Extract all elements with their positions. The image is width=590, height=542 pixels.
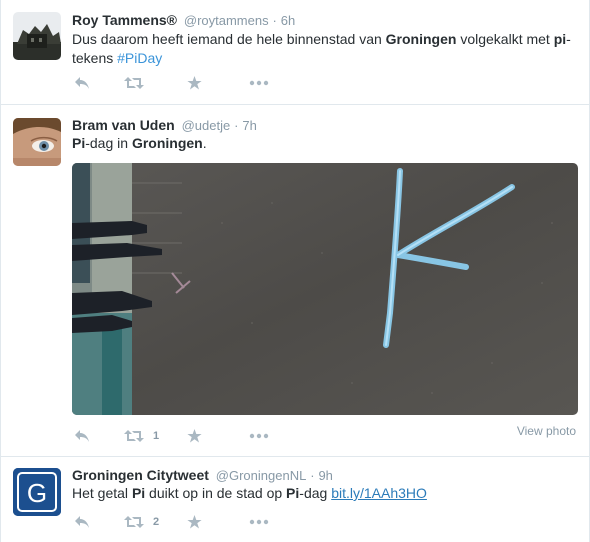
username[interactable]: @GroningenNL: [216, 468, 307, 483]
username[interactable]: @roytammens: [184, 13, 269, 28]
text-bold: Groningen: [385, 31, 457, 47]
retweet-button[interactable]: 2: [124, 513, 159, 531]
reply-button[interactable]: [74, 427, 90, 445]
separator: ·: [234, 118, 239, 133]
display-name[interactable]: Groningen Citytweet: [72, 467, 209, 483]
tweet-header: Bram van Uden @udetje · 7h: [72, 116, 257, 135]
separator: ·: [272, 13, 277, 28]
reply-icon: [75, 77, 89, 89]
text-segment: -dag: [299, 485, 332, 501]
text-segment: .: [202, 135, 207, 151]
star-icon: [187, 515, 202, 529]
retweet-icon: [124, 430, 144, 442]
avatar[interactable]: [13, 12, 61, 60]
text-segment: -dag in: [85, 135, 132, 151]
tweet-photo[interactable]: [72, 163, 578, 415]
more-button[interactable]: [249, 74, 269, 92]
retweet-button[interactable]: 1: [124, 427, 159, 445]
display-name[interactable]: Roy Tammens®: [72, 12, 177, 28]
avatar[interactable]: [13, 118, 61, 166]
favorite-button[interactable]: [187, 427, 202, 445]
tweet-header: Roy Tammens® @roytammens · 6h: [72, 11, 295, 30]
more-button[interactable]: [249, 513, 269, 531]
avatar[interactable]: G: [13, 468, 61, 516]
tweet-header: Groningen Citytweet @GroningenNL · 9h: [72, 466, 333, 485]
username[interactable]: @udetje: [182, 118, 231, 133]
retweet-icon: [124, 516, 144, 528]
retweet-count: 1: [153, 430, 160, 442]
tweet[interactable]: Roy Tammens® @roytammens · 6h Dus daarom…: [1, 0, 589, 105]
retweet-icon: [124, 77, 144, 89]
text-bold: Groningen: [131, 135, 203, 151]
text-bold: Pi: [286, 485, 300, 501]
favorite-button[interactable]: [187, 74, 202, 92]
tweet-text: Dus daarom heeft iemand de hele binnenst…: [72, 30, 577, 68]
reply-icon: [75, 430, 89, 442]
reply-button[interactable]: [74, 74, 90, 92]
text-segment: Het getal: [72, 485, 132, 501]
more-icon: [249, 519, 269, 525]
text-bold: Pi: [72, 135, 86, 151]
text-segment: duikt op in de stad op: [145, 485, 287, 501]
more-button[interactable]: [249, 427, 269, 445]
url-link[interactable]: bit.ly/1AAh3HO: [331, 485, 427, 501]
more-icon: [249, 80, 269, 86]
text-segment: Dus daarom heeft iemand de hele binnenst…: [72, 31, 386, 47]
tweet[interactable]: Bram van Uden @udetje · 7h Pi-dag in Gro…: [1, 105, 589, 457]
tweet-feed: Roy Tammens® @roytammens · 6h Dus daarom…: [0, 0, 590, 542]
star-icon: [187, 429, 202, 443]
hashtag-link[interactable]: #PiDay: [117, 50, 162, 66]
tweet-text: Pi-dag in Groningen.: [72, 134, 577, 153]
timestamp[interactable]: 7h: [242, 118, 256, 133]
timestamp[interactable]: 9h: [318, 468, 332, 483]
tweet[interactable]: G Groningen Citytweet @GroningenNL · 9h …: [1, 457, 589, 542]
separator: ·: [310, 468, 315, 483]
text-bold: Pi: [131, 485, 146, 501]
tweet-text: Het getal Pi duikt op in de stad op Pi-d…: [72, 484, 577, 503]
reply-icon: [75, 516, 89, 528]
avatar-letter: G: [27, 478, 47, 508]
retweet-button[interactable]: [124, 74, 144, 92]
favorite-button[interactable]: [187, 513, 202, 531]
text-bold: pi: [553, 31, 567, 47]
more-icon: [249, 433, 269, 439]
display-name[interactable]: Bram van Uden: [72, 117, 175, 133]
retweet-count: 2: [153, 516, 160, 528]
star-icon: [187, 76, 202, 90]
reply-button[interactable]: [74, 513, 90, 531]
timestamp[interactable]: 6h: [281, 13, 295, 28]
text-segment: volgekalkt met: [456, 31, 554, 47]
view-photo-link[interactable]: View photo: [517, 424, 576, 438]
